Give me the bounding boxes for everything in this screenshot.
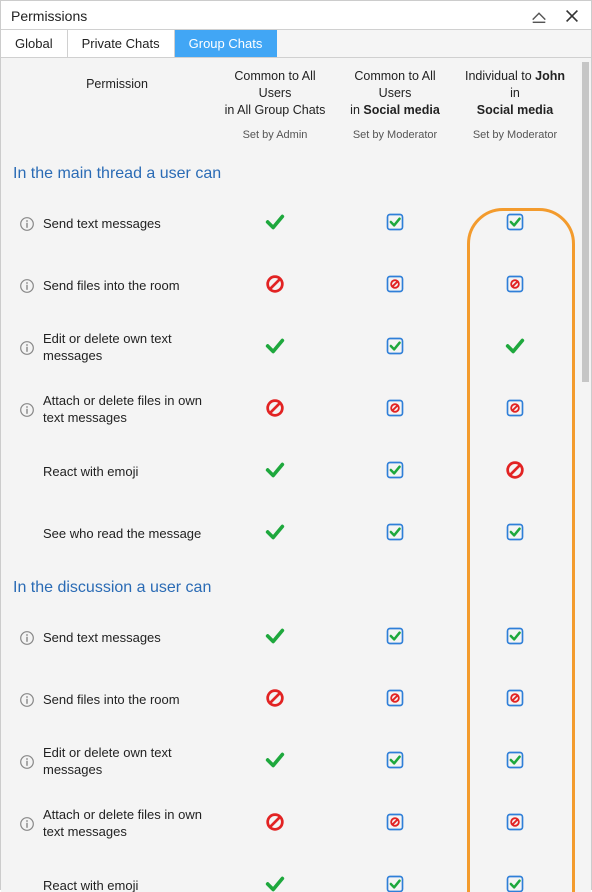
header-common-room: Common to All Users in Social media [335, 68, 455, 119]
info-icon[interactable] [19, 340, 35, 356]
checkbox-allow-icon[interactable] [505, 626, 525, 646]
window-title: Permissions [11, 8, 87, 24]
info-icon[interactable] [19, 402, 35, 418]
checkbox-allow-icon [385, 460, 405, 480]
subheader-3: Set by Moderator [455, 129, 575, 141]
checkbox-deny-icon[interactable] [505, 398, 525, 418]
close-icon[interactable] [563, 7, 581, 25]
permission-row: Attach or delete files in own text messa… [9, 793, 583, 855]
permission-text: React with emoji [43, 464, 138, 480]
ban-icon [264, 687, 286, 709]
permission-row: Edit or delete own text messages [9, 731, 583, 793]
check-icon [264, 211, 286, 233]
subheader-2: Set by Moderator [335, 129, 455, 141]
section-title: In the discussion a user can [9, 565, 583, 607]
header-individual: Individual to John in Social media [455, 68, 575, 119]
checkbox-deny-icon [385, 688, 405, 708]
permission-text: Send files into the room [43, 692, 180, 708]
tab-group-chats[interactable]: Group Chats [175, 30, 278, 57]
checkbox-allow-icon[interactable] [505, 212, 525, 232]
scrollbar[interactable] [582, 62, 589, 482]
permission-row: Send files into the room [9, 255, 583, 317]
checkbox-deny-icon[interactable] [505, 812, 525, 832]
checkbox-allow-icon[interactable] [505, 522, 525, 542]
checkbox-deny-icon[interactable] [505, 688, 525, 708]
info-icon[interactable] [19, 754, 35, 770]
permission-row: React with emoji [9, 855, 583, 892]
permission-row: React with emoji [9, 441, 583, 503]
info-icon [19, 526, 35, 542]
check-icon [264, 625, 286, 647]
check-icon [264, 521, 286, 543]
checkbox-allow-icon [385, 626, 405, 646]
permission-row: Attach or delete files in own text messa… [9, 379, 583, 441]
header-common-all: Common to All Users in All Group Chats [215, 68, 335, 119]
info-icon[interactable] [19, 816, 35, 832]
checkbox-allow-icon [385, 336, 405, 356]
check-icon [264, 873, 286, 892]
title-bar: Permissions [1, 1, 591, 29]
scrollbar-thumb[interactable] [582, 62, 589, 382]
permission-text: Attach or delete files in own text messa… [43, 393, 203, 426]
permission-row: Send text messages [9, 193, 583, 255]
ban-icon [264, 811, 286, 833]
checkbox-deny-icon[interactable] [505, 274, 525, 294]
check-icon [264, 459, 286, 481]
checkbox-deny-icon [385, 812, 405, 832]
check-icon[interactable] [504, 335, 526, 357]
info-icon[interactable] [19, 692, 35, 708]
permission-label: Attach or delete files in own text messa… [9, 393, 215, 426]
tab-private-chats[interactable]: Private Chats [68, 30, 175, 57]
permission-label: See who read the message [9, 526, 215, 542]
subheader-1: Set by Admin [215, 129, 335, 141]
permission-label: Edit or delete own text messages [9, 745, 215, 778]
ban-icon[interactable] [504, 459, 526, 481]
checkbox-allow-icon [385, 212, 405, 232]
permission-label: Attach or delete files in own text messa… [9, 807, 215, 840]
section-title: In the main thread a user can [9, 151, 583, 193]
permission-label: Send text messages [9, 630, 215, 646]
permission-label: Send files into the room [9, 692, 215, 708]
content-area: Permission Common to All Users in All Gr… [1, 58, 591, 892]
checkbox-deny-icon [385, 398, 405, 418]
permission-label: Send files into the room [9, 278, 215, 294]
checkbox-allow-icon [385, 874, 405, 892]
permission-text: See who read the message [43, 526, 201, 542]
permission-text: Send text messages [43, 216, 161, 232]
permission-text: Send text messages [43, 630, 161, 646]
ban-icon [264, 397, 286, 419]
permission-text: Edit or delete own text messages [43, 331, 203, 364]
permission-row: Send text messages [9, 607, 583, 669]
checkbox-allow-icon[interactable] [505, 874, 525, 892]
ban-icon [264, 273, 286, 295]
info-icon[interactable] [19, 278, 35, 294]
permission-row: Edit or delete own text messages [9, 317, 583, 379]
header-permission: Permission [9, 68, 215, 93]
checkbox-allow-icon[interactable] [505, 750, 525, 770]
tab-global[interactable]: Global [1, 30, 68, 57]
check-icon [264, 335, 286, 357]
info-icon[interactable] [19, 630, 35, 646]
permission-label: React with emoji [9, 464, 215, 480]
checkbox-allow-icon [385, 750, 405, 770]
info-icon[interactable] [19, 216, 35, 232]
tab-bar: Global Private Chats Group Chats [1, 29, 591, 58]
permission-label: Send text messages [9, 216, 215, 232]
permission-text: Edit or delete own text messages [43, 745, 203, 778]
checkbox-deny-icon [385, 274, 405, 294]
minimize-icon[interactable] [529, 7, 549, 25]
permission-row: Send files into the room [9, 669, 583, 731]
permission-text: Send files into the room [43, 278, 180, 294]
permission-label: Edit or delete own text messages [9, 331, 215, 364]
column-headers: Permission Common to All Users in All Gr… [9, 58, 583, 119]
checkbox-allow-icon [385, 522, 405, 542]
permission-row: See who read the message [9, 503, 583, 565]
column-subheaders: Set by Admin Set by Moderator Set by Mod… [9, 129, 583, 141]
permission-text: Attach or delete files in own text messa… [43, 807, 203, 840]
check-icon [264, 749, 286, 771]
info-icon [19, 464, 35, 480]
